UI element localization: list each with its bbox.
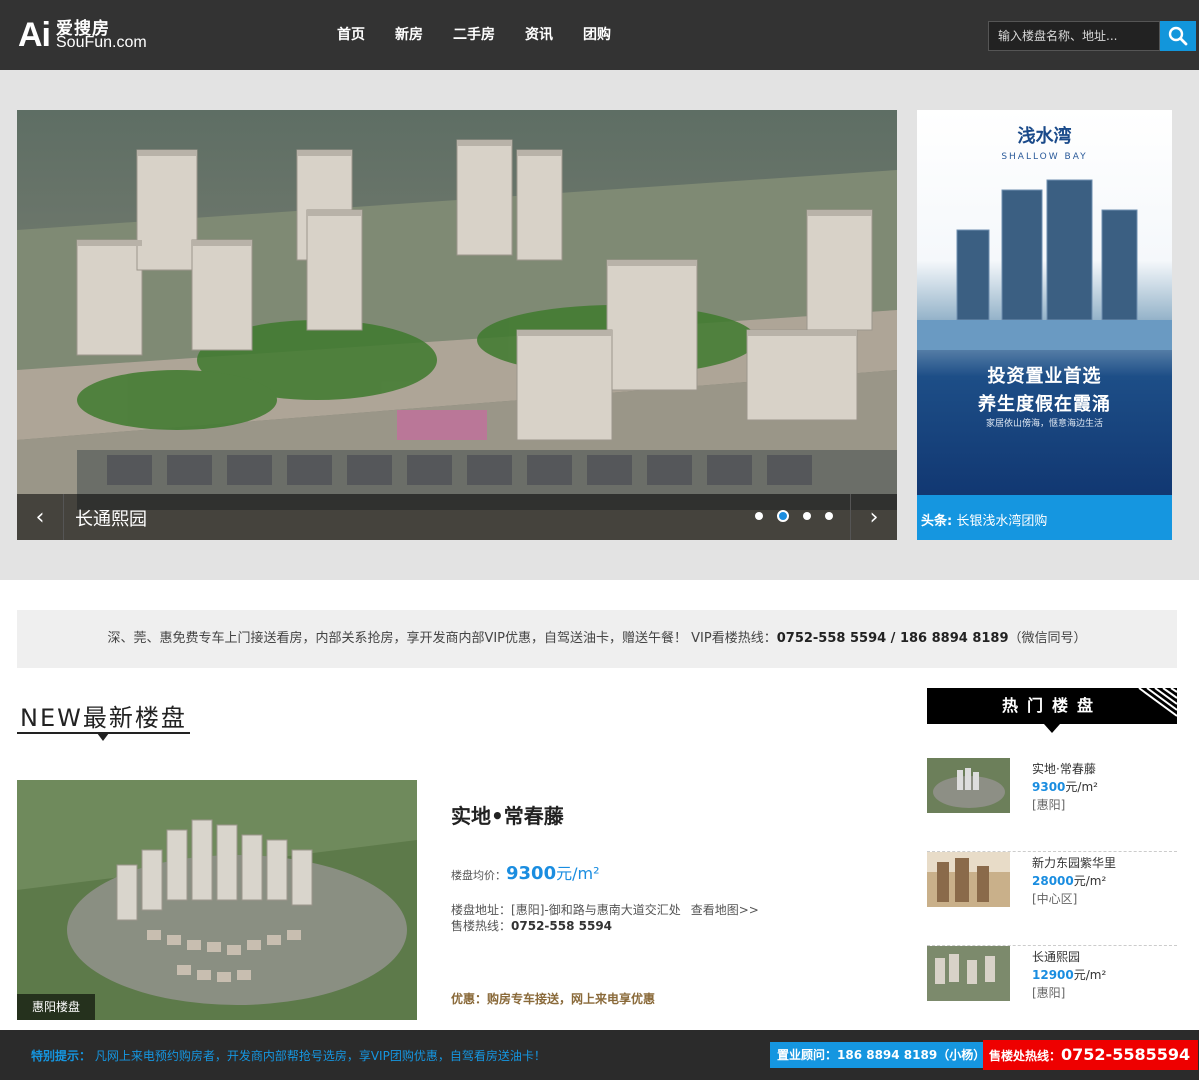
special-tip: 特别提示： 凡网上来电预约购房者，开发商内部帮抢号选房，享VIP团购优惠，自驾看… [31,1047,546,1064]
nav-new-homes[interactable]: 新房 [395,24,423,44]
estate-name[interactable]: 实地•常春藤 [451,800,564,829]
ad-headline[interactable]: 头条: 长银浅水湾团购 [917,495,1172,540]
main-nav: 首页 新房 二手房 资讯 团购 [337,24,641,44]
price-label: 楼盘均价： [451,869,506,882]
hot-estate-price: 28000元/m² [1032,874,1107,888]
hot-estate-area: [惠阳] [1032,986,1066,1000]
section-title-text: NEW最新楼盘 [20,704,187,732]
hot-estate-price: 12900元/m² [1032,968,1107,982]
slider-next-button[interactable]: › [850,494,897,540]
hot-estate-thumb [927,852,1010,907]
notice-text: 深、莞、惠免费专车上门接送看房，内部关系抢房，享开发商内部VIP优惠，自驾送油卡… [107,631,777,646]
hot-estates-header: 热门楼盘 [927,688,1177,733]
slider-dot[interactable] [755,512,763,520]
estate-hotline: 售楼热线：0752-558 5594 [451,917,612,934]
addr-value: [惠阳]-御和路与惠南大道交汇处 [511,903,681,917]
chevron-right-icon: › [869,504,879,530]
hot-estate-item[interactable]: 实地·常春藤 9300元/m² [惠阳] [927,758,1177,852]
logo-en-text: SouFun.com [56,34,147,51]
ad-brand: 浅水湾 [1017,126,1072,147]
district-tag: 惠阳楼盘 [17,994,95,1020]
hot-estate-item[interactable]: 新力东园紫华里 28000元/m² [中心区] [927,852,1177,946]
nav-home[interactable]: 首页 [337,24,365,44]
slider-dot[interactable] [825,512,833,520]
hot-estate-name: 长通熙园 [1032,950,1081,964]
hot-estate-price: 9300元/m² [1032,780,1098,794]
price-unit: 元/m² [556,864,600,883]
tip-label: 特别提示： [31,1049,92,1063]
estate-price: 楼盘均价：9300元/m² [451,860,600,884]
nav-news[interactable]: 资讯 [525,24,553,44]
promo-notice: 深、莞、惠免费专车上门接送看房，内部关系抢房，享开发商内部VIP优惠，自驾送油卡… [17,610,1177,668]
sales-tel: 0752-5585594 [1061,1045,1191,1064]
ad-brand-en: SHALLOW BAY [1001,152,1088,162]
hot-title: 热门楼盘 [1001,696,1102,715]
slide-image [17,110,897,540]
slide-caption: 长通熙园 [75,509,147,530]
estate-image[interactable]: 惠阳楼盘 [17,780,417,1020]
ad-image [917,179,1172,350]
hot-estate-name: 新力东园紫华里 [1032,856,1117,870]
chevron-left-icon: ‹ [35,504,45,530]
headline-text: 长银浅水湾团购 [956,514,1048,529]
price-value: 9300 [506,863,557,884]
slider-dot-active[interactable] [777,510,789,522]
hot-estate-thumb [927,946,1010,1001]
hot-estate-item[interactable]: 长通熙园 12900元/m² [惠阳] [927,946,1177,1040]
side-ad[interactable]: 浅水湾 SHALLOW BAY 投资置业首选 养生度假在霞涌 家居依山傍海，惬意… [917,110,1172,540]
header-pointer [1044,724,1060,733]
slider-prev-button[interactable]: ‹ [17,494,64,540]
search-box [988,21,1196,51]
top-header: Ai 爱搜房 SouFun.com 首页 新房 二手房 资讯 团购 [0,0,1199,70]
tel-value: 0752-558 5594 [511,919,613,933]
headline-label: 头条: [921,514,953,529]
slider-caption-bar: ‹ 长通熙园 › [17,494,897,540]
ad-slogan-3: 家居依山傍海，惬意海边生活 [985,419,1103,429]
nav-group-buy[interactable]: 团购 [583,24,611,44]
logo-ai-text: Ai [18,16,51,54]
sales-hotline-button[interactable]: 售楼处热线：0752-5585594 [983,1040,1199,1070]
hot-estate-area: [惠阳] [1032,798,1066,812]
banner-area: ‹ 长通熙园 › 浅水湾 SHALLOW BAY 投资置业首选 养生度假在霞涌 [0,70,1199,580]
view-map-link[interactable]: 查看地图>> [691,903,759,917]
slider-dot[interactable] [803,512,811,520]
advisor-phone-button[interactable]: 置业顾问：186 8894 8189（小杨） [770,1042,993,1068]
hot-estate-area: [中心区] [1032,892,1078,906]
search-input[interactable] [988,21,1160,51]
estate-promo: 优惠：购房专车接送，网上来电享优惠 [451,992,656,1006]
addr-label: 楼盘地址： [451,903,512,917]
hot-estate-name: 实地·常春藤 [1032,762,1096,776]
notice-hotline: 0752-558 5594 / 186 8894 8189 [776,631,1009,646]
section-title-new: NEW最新楼盘 [17,698,190,741]
hot-estate-thumb [927,758,1010,813]
notice-suffix: （微信同号） [1008,631,1087,646]
ad-slogan-2: 养生度假在霞涌 [978,394,1111,415]
estate-photo [17,780,417,1020]
stripe-decoration-icon [1138,688,1177,717]
ad-slogan-1: 投资置业首选 [987,366,1102,387]
title-pointer [97,733,109,741]
bottom-bar: 特别提示： 凡网上来电预约购房者，开发商内部帮抢号选房，享VIP团购优惠，自驾看… [0,1030,1199,1080]
estate-address: 楼盘地址：[惠阳]-御和路与惠南大道交汇处 查看地图>> [451,901,759,918]
search-button[interactable] [1160,21,1196,51]
sales-label: 售楼处热线： [989,1049,1062,1063]
slider-dots [755,510,847,522]
tel-label: 售楼热线： [451,919,512,933]
image-slider[interactable]: ‹ 长通熙园 › [17,110,897,540]
tip-text: 凡网上来电预约购房者，开发商内部帮抢号选房，享VIP团购优惠，自驾看房送油卡！ [94,1049,546,1063]
nav-second-hand[interactable]: 二手房 [453,24,495,44]
search-icon [1168,26,1188,46]
site-logo[interactable]: Ai 爱搜房 SouFun.com [18,14,168,56]
